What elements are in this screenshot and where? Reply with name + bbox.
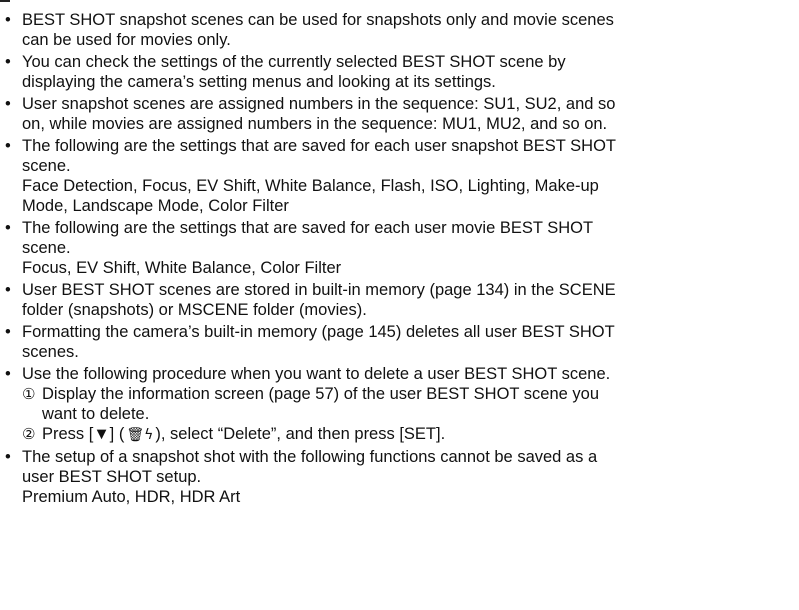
- list-item: • You can check the settings of the curr…: [0, 52, 790, 92]
- item-text: Use the following procedure when you wan…: [22, 365, 611, 383]
- notes-list: • BEST SHOT snapshot scenes can be used …: [0, 10, 790, 509]
- list-item: • BEST SHOT snapshot scenes can be used …: [0, 10, 790, 50]
- step-text: Display the information screen (page 57)…: [42, 385, 600, 403]
- step-number: ①: [22, 385, 36, 403]
- bullet: •: [5, 281, 11, 299]
- item-text: Formatting the camera’s built-in memory …: [22, 323, 615, 341]
- item-text: The setup of a snapshot shot with the fo…: [22, 448, 598, 466]
- settings-list: Face Detection, Focus, EV Shift, White B…: [22, 177, 599, 195]
- bullet: •: [5, 53, 11, 71]
- flash-icon: ϟ: [144, 427, 154, 443]
- settings-list: Mode, Landscape Mode, Color Filter: [22, 197, 289, 215]
- step-1: ① Display the information screen (page 5…: [22, 384, 790, 424]
- item-text: You can check the settings of the curren…: [22, 53, 566, 71]
- step-2: ② Press [▼] (🗑ϟ), select “Delete”, and t…: [22, 424, 790, 445]
- item-text: displaying the camera’s setting menus an…: [22, 73, 496, 91]
- bullet: •: [5, 137, 11, 155]
- item-text: scene.: [22, 157, 71, 175]
- bullet: •: [5, 219, 11, 237]
- item-text: can be used for movies only.: [22, 31, 231, 49]
- item-text: User snapshot scenes are assigned number…: [22, 95, 616, 113]
- step-text: want to delete.: [42, 405, 150, 423]
- list-item: • The following are the settings that ar…: [0, 136, 790, 216]
- top-rule: [0, 0, 10, 2]
- step-text-after: ), select “Delete”, and then press [SET]…: [155, 425, 446, 443]
- list-item: • The setup of a snapshot shot with the …: [0, 447, 790, 507]
- bullet: •: [5, 95, 11, 113]
- item-text: scenes.: [22, 343, 79, 361]
- bullet: •: [5, 448, 11, 466]
- step-number: ②: [22, 425, 36, 443]
- list-item: • User snapshot scenes are assigned numb…: [0, 94, 790, 134]
- item-text: The following are the settings that are …: [22, 137, 617, 155]
- item-text: User BEST SHOT scenes are stored in buil…: [22, 281, 616, 299]
- trash-icon: 🗑: [126, 427, 145, 443]
- settings-list: Premium Auto, HDR, HDR Art: [22, 488, 241, 506]
- bullet: •: [5, 323, 11, 341]
- list-item: • User BEST SHOT scenes are stored in bu…: [0, 280, 790, 320]
- item-text: scene.: [22, 239, 71, 257]
- bullet: •: [5, 11, 11, 29]
- bullet: •: [5, 365, 11, 383]
- step-text: Press [▼] (🗑ϟ), select “Delete”, and the…: [42, 424, 790, 445]
- item-text: The following are the settings that are …: [22, 219, 594, 237]
- item-text: folder (snapshots) or MSCENE folder (mov…: [22, 301, 367, 319]
- step-text-before: Press [▼] (: [42, 425, 125, 443]
- list-item: • Use the following procedure when you w…: [0, 364, 790, 445]
- list-item: • Formatting the camera’s built-in memor…: [0, 322, 790, 362]
- item-text: BEST SHOT snapshot scenes can be used fo…: [22, 11, 614, 29]
- item-text: user BEST SHOT setup.: [22, 468, 202, 486]
- item-text: on, while movies are assigned numbers in…: [22, 115, 608, 133]
- settings-list: Focus, EV Shift, White Balance, Color Fi…: [22, 259, 342, 277]
- list-item: • The following are the settings that ar…: [0, 218, 790, 278]
